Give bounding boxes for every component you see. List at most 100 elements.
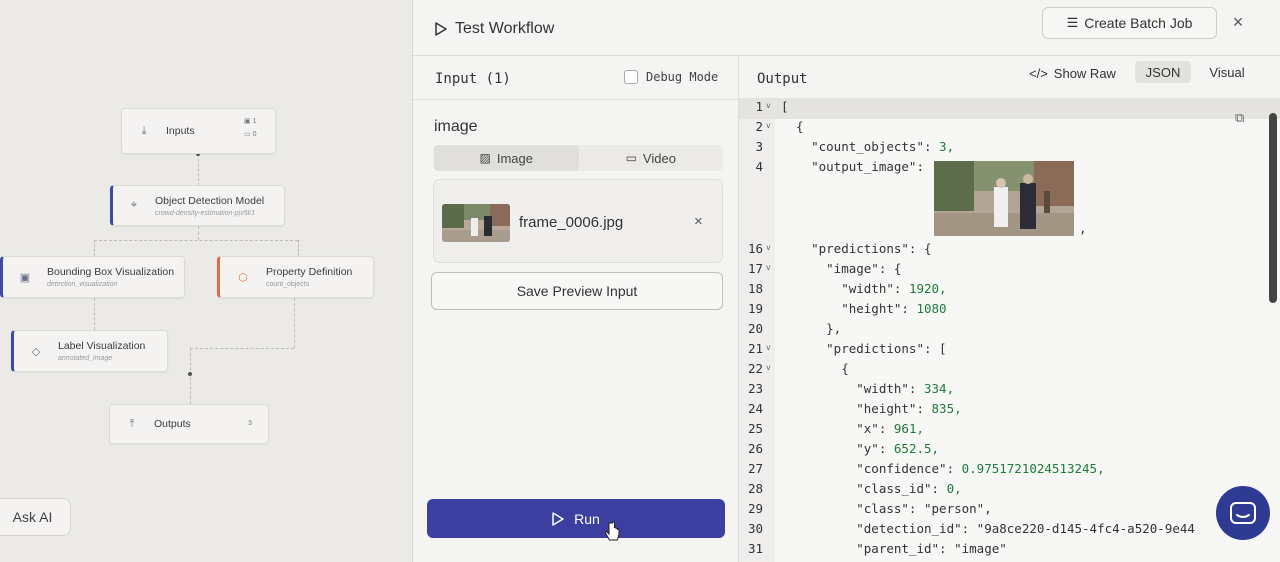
node-title: Outputs	[154, 418, 191, 430]
code-text: "parent_id": "image"	[781, 541, 1007, 556]
edge	[190, 348, 191, 404]
modal-title: Test Workflow	[435, 20, 554, 38]
tab-image[interactable]: ▨ Image	[434, 145, 579, 171]
line-number: 21	[747, 341, 763, 356]
output-panel: Output </> Show Raw JSON Visual 1 v[2 v {3…	[739, 56, 1280, 562]
code-line: 30 "detection_id": "9a8ce220-d145-4fc4-a…	[739, 521, 1280, 541]
fold-chevron-icon[interactable]: v	[766, 243, 771, 252]
play-icon	[435, 22, 447, 36]
code-text: "output_image":	[781, 159, 932, 174]
fold-chevron-icon[interactable]: v	[766, 363, 771, 372]
code-text: {	[781, 119, 804, 134]
chat-icon	[1230, 502, 1256, 524]
edge	[94, 240, 298, 241]
code-line: 16 v "predictions": {	[739, 241, 1280, 261]
debug-checkbox[interactable]	[624, 70, 638, 84]
file-name: frame_0006.jpg	[519, 214, 624, 231]
code-text: },	[781, 321, 842, 336]
output-image-preview	[934, 161, 1074, 236]
badge-value: 0	[252, 131, 257, 138]
code-text: [	[781, 99, 789, 114]
edge	[294, 298, 295, 348]
run-label: Run	[574, 510, 600, 527]
line-number: 23	[747, 381, 763, 396]
edge	[198, 154, 199, 186]
modal-title-text: Test Workflow	[455, 20, 555, 37]
fold-chevron-icon[interactable]: v	[766, 101, 771, 110]
run-button[interactable]: Run	[427, 499, 725, 538]
node-inputs[interactable]: ⤓ Inputs ▣ 1 ▭ 0	[121, 108, 276, 154]
node-title: Property Definition	[266, 266, 353, 278]
code-text: "width": 334,	[781, 381, 955, 396]
output-scrollbar[interactable]	[1269, 99, 1277, 562]
node-subtitle: detection_visualization	[47, 281, 118, 288]
workflow-canvas[interactable]: ⤓ Inputs ▣ 1 ▭ 0 ⌖ Object Detection Mode…	[0, 0, 412, 562]
button-label: Create Batch Job	[1084, 15, 1193, 31]
code-text: "confidence": 0.9751721024513245,	[781, 461, 1105, 476]
image-input-count: ▣ 1	[244, 118, 257, 125]
tab-label: Image	[496, 150, 533, 166]
image-icon: ▨	[479, 151, 491, 165]
close-button[interactable]: ×	[1226, 10, 1250, 34]
fold-chevron-icon[interactable]: v	[766, 263, 771, 272]
modal-header: Test Workflow ☰ Create Batch Job ×	[413, 0, 1280, 56]
ask-ai-button[interactable]: Ask AI	[0, 498, 71, 536]
edge	[94, 298, 95, 330]
param-input-count: ▭ 0	[244, 131, 257, 138]
file-thumbnail	[442, 204, 510, 242]
show-raw-button[interactable]: </> Show Raw	[1029, 66, 1116, 81]
node-property-definition[interactable]: ⬡ Property Definition count_objects	[217, 256, 374, 298]
code-icon: </>	[1029, 66, 1048, 81]
node-subtitle: annotated_image	[58, 355, 113, 362]
node-title: Bounding Box Visualization	[47, 266, 175, 278]
line-number: 29	[747, 501, 763, 516]
node-title: Label Visualization	[58, 340, 146, 352]
scrollbar-thumb[interactable]	[1269, 113, 1277, 303]
code-line: 26 "y": 652.5,	[739, 441, 1280, 461]
code-line: 25 "x": 961,	[739, 421, 1280, 441]
node-subtitle: crowd-density-estimation-pjv5l/1	[155, 209, 255, 217]
badge-value: 1	[252, 118, 257, 125]
node-object-detection[interactable]: ⌖ Object Detection Model crowd-density-e…	[110, 185, 285, 226]
tab-video[interactable]: ▭ Video	[579, 145, 724, 171]
video-icon: ▭	[625, 151, 637, 165]
node-text: Object Detection Model crowd-density-est…	[155, 195, 264, 217]
json-output-viewer[interactable]: 1 v[2 v {3 "count_objects": 3, 4 "output_im…	[739, 98, 1280, 562]
play-icon	[552, 511, 564, 526]
code-text: "x": 961,	[781, 421, 924, 436]
uploaded-file-card: frame_0006.jpg ×	[433, 179, 723, 263]
line-number: 17	[747, 261, 763, 276]
code-text: "width": 1920,	[781, 281, 947, 296]
tab-visual[interactable]: Visual	[1199, 61, 1255, 83]
line-number: 18	[747, 281, 763, 296]
line-number: 30	[747, 521, 763, 536]
code-text: "image": {	[781, 261, 902, 276]
download-icon: ⤓	[141, 124, 147, 137]
code-line: 17 v "image": {	[739, 261, 1280, 281]
fold-chevron-icon[interactable]: v	[766, 121, 771, 130]
chat-widget-button[interactable]	[1216, 486, 1270, 540]
debug-mode-toggle[interactable]: Debug Mode	[624, 70, 718, 84]
line-number: 28	[747, 481, 763, 496]
code-text: "predictions": [	[781, 341, 947, 356]
node-outputs[interactable]: ⤒ Outputs 3	[109, 404, 269, 444]
output-label: Output	[757, 71, 808, 87]
line-number: 3	[755, 139, 763, 154]
copy-icon[interactable]: ⧉	[1235, 111, 1244, 126]
tab-label: Video	[642, 150, 676, 166]
upload-icon: ⤒	[129, 417, 135, 430]
fold-chevron-icon[interactable]: v	[766, 343, 771, 352]
connector-dot	[188, 372, 192, 376]
create-batch-job-button[interactable]: ☰ Create Batch Job	[1042, 7, 1217, 39]
node-bounding-box-visualization[interactable]: ▣ Bounding Box Visualization detection_v…	[0, 256, 185, 298]
output-header: Output </> Show Raw JSON Visual	[739, 56, 1280, 96]
line-number: 4	[755, 159, 763, 174]
line-number: 25	[747, 421, 763, 436]
image-field-label: image	[434, 118, 478, 135]
node-label-visualization[interactable]: ◇ Label Visualization annotated_image	[11, 330, 168, 372]
node-title: Inputs	[166, 125, 195, 137]
remove-file-button[interactable]: ×	[694, 213, 703, 230]
code-line: 24 "height": 835,	[739, 401, 1280, 421]
save-preview-input-button[interactable]: Save Preview Input	[431, 272, 723, 310]
tab-json[interactable]: JSON	[1135, 61, 1191, 83]
